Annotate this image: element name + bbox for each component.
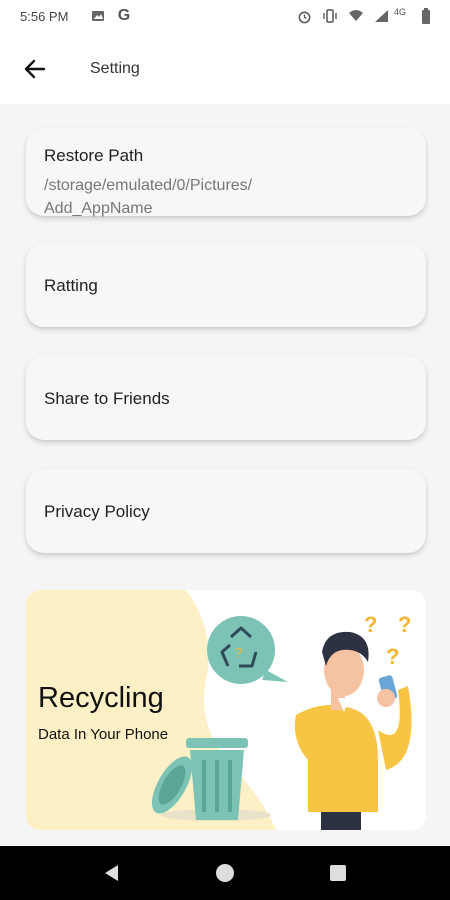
nav-recents-button[interactable] xyxy=(326,861,350,885)
svg-text:?: ? xyxy=(364,612,377,637)
privacy-policy-label: Privacy Policy xyxy=(44,502,150,521)
home-circle-icon xyxy=(213,864,237,889)
status-bar: 5:56 PM G 4G xyxy=(0,0,450,34)
restore-path-value-line1: /storage/emulated/0/Pictures/ xyxy=(44,177,253,194)
rating-item[interactable]: Ratting xyxy=(26,243,426,327)
page-title: Setting xyxy=(90,60,140,77)
recents-square-icon xyxy=(326,865,350,889)
restore-path-label: Restore Path xyxy=(44,146,144,165)
app-bar: Setting xyxy=(0,34,450,104)
share-item[interactable]: Share to Friends xyxy=(26,356,426,440)
arrow-left-icon xyxy=(20,59,50,88)
status-time: 5:56 PM xyxy=(20,9,69,24)
svg-text:?: ? xyxy=(235,645,242,660)
privacy-policy-item[interactable]: Privacy Policy xyxy=(26,469,426,553)
network-type: 4G xyxy=(393,7,406,17)
system-nav-bar xyxy=(0,846,450,900)
vibrate-icon xyxy=(322,8,338,24)
image-icon xyxy=(90,8,106,24)
signal-icon xyxy=(374,8,390,24)
nav-back-button[interactable] xyxy=(100,861,124,885)
svg-text:?: ? xyxy=(398,612,411,637)
rating-label: Ratting xyxy=(44,276,98,295)
battery-icon xyxy=(418,8,434,24)
alarm-icon xyxy=(296,8,312,24)
restore-path-item[interactable]: Restore Path /storage/emulated/0/Picture… xyxy=(26,128,426,217)
share-label: Share to Friends xyxy=(44,389,170,408)
banner-tagline: Data In Your Phone xyxy=(38,726,169,743)
recycling-banner: ? ? ? ? Recycling Data In Your Phone xyxy=(26,590,426,830)
back-button[interactable] xyxy=(20,54,50,84)
back-triangle-icon xyxy=(100,865,124,889)
banner-headline: Recycling xyxy=(38,682,164,714)
google-icon: G xyxy=(117,7,131,24)
wifi-icon xyxy=(348,8,364,24)
nav-home-button[interactable] xyxy=(213,861,237,885)
svg-text:?: ? xyxy=(386,644,399,669)
restore-path-value-line2: Add_AppName xyxy=(44,200,153,217)
